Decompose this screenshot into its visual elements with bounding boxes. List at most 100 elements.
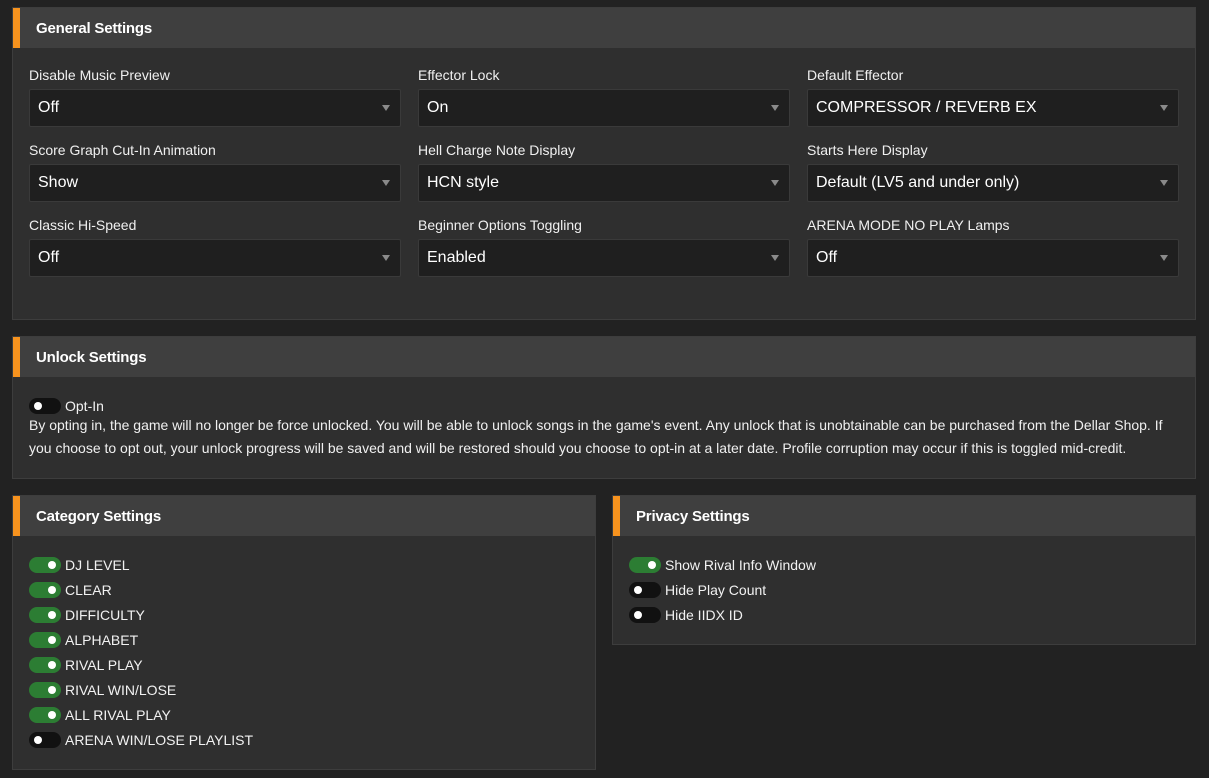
toggle-knob bbox=[48, 635, 56, 644]
field-starts-here-display: Starts Here Display Default (LV5 and und… bbox=[807, 143, 1179, 202]
field-default-effector: Default Effector COMPRESSOR / REVERB EX bbox=[807, 68, 1179, 127]
chevron-down-icon bbox=[771, 255, 779, 261]
classic-hi-speed-select[interactable]: Off bbox=[29, 239, 401, 277]
rival-play-toggle[interactable] bbox=[29, 656, 61, 673]
chevron-down-icon bbox=[1160, 105, 1168, 111]
privacy-toggle-hide-play-count: Hide Play Count bbox=[629, 577, 816, 602]
category-toggle-all-rival-play: ALL RIVAL PLAY bbox=[29, 702, 253, 727]
toggle-label: Hide IIDX ID bbox=[665, 606, 743, 623]
toggle-label: ALPHABET bbox=[65, 631, 139, 648]
privacy-toggle-list: Show Rival Info Window Hide Play Count H… bbox=[629, 552, 816, 627]
clear-toggle[interactable] bbox=[29, 581, 61, 598]
toggle-label: Opt-In bbox=[65, 397, 104, 414]
all-rival-play-toggle[interactable] bbox=[29, 706, 61, 723]
toggle-knob bbox=[48, 560, 56, 569]
category-settings-header: Category Settings bbox=[13, 496, 595, 536]
panel-title: Unlock Settings bbox=[36, 348, 147, 366]
toggle-knob bbox=[48, 660, 56, 669]
select-value: Off bbox=[38, 99, 60, 116]
field-hell-charge-note-display: Hell Charge Note Display HCN style bbox=[418, 143, 790, 202]
category-settings-panel: Category Settings DJ LEVEL CLEAR DIFFICU… bbox=[12, 495, 596, 770]
category-toggle-rival-play: RIVAL PLAY bbox=[29, 652, 253, 677]
select-value: COMPRESSOR / REVERB EX bbox=[816, 99, 1037, 116]
chevron-down-icon bbox=[382, 180, 390, 186]
category-toggle-difficulty: DIFFICULTY bbox=[29, 602, 253, 627]
toggle-knob bbox=[648, 560, 656, 569]
field-label: Effector Lock bbox=[418, 67, 500, 83]
privacy-settings-header: Privacy Settings bbox=[613, 496, 1195, 536]
toggle-label: RIVAL WIN/LOSE bbox=[65, 681, 177, 698]
beginner-options-toggling-select[interactable]: Enabled bbox=[418, 239, 790, 277]
chevron-down-icon bbox=[382, 255, 390, 261]
hide-play-count-toggle[interactable] bbox=[629, 581, 661, 598]
disable-music-preview-select[interactable]: Off bbox=[29, 89, 401, 127]
effector-lock-select[interactable]: On bbox=[418, 89, 790, 127]
category-toggle-arena-win-lose-playlist: ARENA WIN/LOSE PLAYLIST bbox=[29, 727, 253, 752]
field-label: Beginner Options Toggling bbox=[418, 217, 582, 233]
score-graph-cut-in-select[interactable]: Show bbox=[29, 164, 401, 202]
default-effector-select[interactable]: COMPRESSOR / REVERB EX bbox=[807, 89, 1179, 127]
category-toggle-clear: CLEAR bbox=[29, 577, 253, 602]
field-disable-music-preview: Disable Music Preview Off bbox=[29, 68, 401, 127]
starts-here-display-select[interactable]: Default (LV5 and under only) bbox=[807, 164, 1179, 202]
field-effector-lock: Effector Lock On bbox=[418, 68, 790, 127]
field-label: ARENA MODE NO PLAY Lamps bbox=[807, 217, 1010, 233]
toggle-knob bbox=[48, 610, 56, 619]
category-toggle-dj-level: DJ LEVEL bbox=[29, 552, 253, 577]
arena-win-lose-playlist-toggle[interactable] bbox=[29, 731, 61, 748]
toggle-knob bbox=[34, 401, 42, 410]
privacy-toggle-show-rival-info: Show Rival Info Window bbox=[629, 552, 816, 577]
field-beginner-options-toggling: Beginner Options Toggling Enabled bbox=[418, 218, 790, 277]
select-value: Enabled bbox=[427, 249, 486, 266]
dj-level-toggle[interactable] bbox=[29, 556, 61, 573]
field-label: Disable Music Preview bbox=[29, 67, 170, 83]
toggle-knob bbox=[48, 585, 56, 594]
toggle-label: Hide Play Count bbox=[665, 581, 767, 598]
toggle-label: ALL RIVAL PLAY bbox=[65, 706, 171, 723]
select-value: Default (LV5 and under only) bbox=[816, 174, 1020, 191]
toggle-label: ARENA WIN/LOSE PLAYLIST bbox=[65, 731, 254, 748]
select-value: On bbox=[427, 99, 449, 116]
difficulty-toggle[interactable] bbox=[29, 606, 61, 623]
toggle-label: Show Rival Info Window bbox=[665, 556, 816, 573]
alphabet-toggle[interactable] bbox=[29, 631, 61, 648]
rival-win-lose-toggle[interactable] bbox=[29, 681, 61, 698]
field-label: Starts Here Display bbox=[807, 142, 928, 158]
panel-title: General Settings bbox=[36, 19, 153, 37]
toggle-label: CLEAR bbox=[65, 581, 112, 598]
unlock-settings-header: Unlock Settings bbox=[13, 337, 1195, 377]
toggle-knob bbox=[48, 685, 56, 694]
field-label: Classic Hi-Speed bbox=[29, 217, 137, 233]
field-classic-hi-speed: Classic Hi-Speed Off bbox=[29, 218, 401, 277]
privacy-toggle-hide-iidx-id: Hide IIDX ID bbox=[629, 602, 816, 627]
chevron-down-icon bbox=[1160, 255, 1168, 261]
show-rival-info-toggle[interactable] bbox=[629, 556, 661, 573]
field-score-graph-cut-in: Score Graph Cut-In Animation Show bbox=[29, 143, 401, 202]
field-label: Score Graph Cut-In Animation bbox=[29, 142, 216, 158]
field-label: Hell Charge Note Display bbox=[418, 142, 576, 158]
arena-mode-no-play-lamps-select[interactable]: Off bbox=[807, 239, 1179, 277]
toggle-label: DIFFICULTY bbox=[65, 606, 145, 623]
select-value: Off bbox=[38, 249, 60, 266]
chevron-down-icon bbox=[1160, 180, 1168, 186]
toggle-knob bbox=[48, 710, 56, 719]
unlock-settings-panel: Unlock Settings Opt-In By opting in, the… bbox=[12, 336, 1196, 479]
select-value: HCN style bbox=[427, 174, 500, 191]
field-label: Default Effector bbox=[807, 67, 904, 83]
chevron-down-icon bbox=[771, 180, 779, 186]
category-toggle-rival-win-lose: RIVAL WIN/LOSE bbox=[29, 677, 253, 702]
field-arena-mode-no-play-lamps: ARENA MODE NO PLAY Lamps Off bbox=[807, 218, 1179, 277]
unlock-description: By opting in, the game will no longer be… bbox=[29, 417, 1163, 456]
toggle-knob bbox=[634, 610, 642, 619]
opt-in-toggle[interactable] bbox=[29, 397, 61, 414]
hell-charge-note-display-select[interactable]: HCN style bbox=[418, 164, 790, 202]
privacy-settings-panel: Privacy Settings Show Rival Info Window … bbox=[612, 495, 1196, 645]
general-settings-panel: General Settings Disable Music Preview O… bbox=[12, 7, 1196, 320]
chevron-down-icon bbox=[771, 105, 779, 111]
toggle-knob bbox=[34, 735, 42, 744]
category-toggle-alphabet: ALPHABET bbox=[29, 627, 253, 652]
panel-title: Category Settings bbox=[36, 507, 161, 525]
hide-iidx-id-toggle[interactable] bbox=[629, 606, 661, 623]
chevron-down-icon bbox=[382, 105, 390, 111]
panel-title: Privacy Settings bbox=[636, 507, 750, 525]
